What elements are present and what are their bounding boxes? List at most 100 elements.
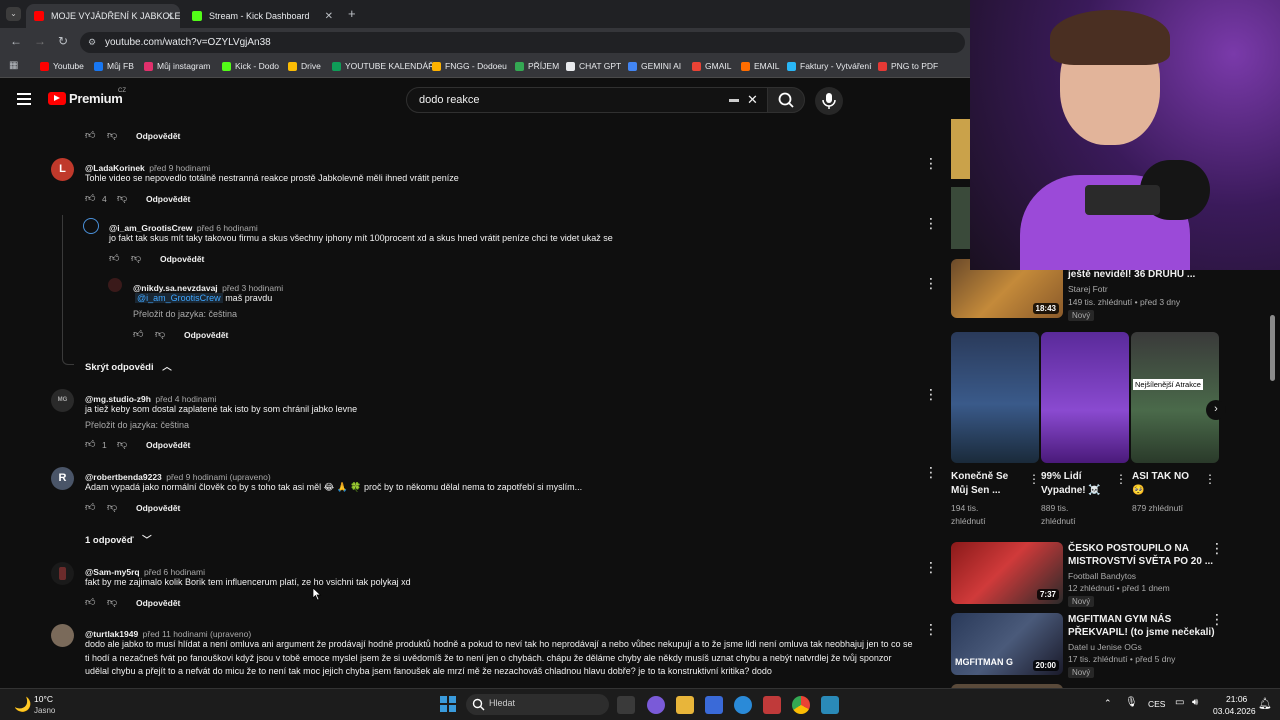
short-thumbnail[interactable]: Nejšílenější Atrakce (1131, 332, 1219, 463)
bookmark-item[interactable]: Faktury - Vytváření (787, 61, 871, 71)
bookmark-item[interactable]: Můj FB (94, 61, 134, 71)
like-icon[interactable]: 👍︎ (85, 438, 95, 450)
video-title-line[interactable]: MGFITMAN GYM NÁS (1068, 613, 1171, 626)
avatar[interactable]: MG (51, 389, 74, 412)
bookmark-item[interactable]: PŘÍJEM (515, 61, 559, 71)
comment-time[interactable]: před 6 hodinami (144, 567, 205, 577)
short-title-line[interactable]: ASI TAK NO (1132, 470, 1189, 483)
video-title-line[interactable]: MISTROVSTVÍ SVĚTA PO 20 ... (1068, 555, 1213, 568)
comment-author[interactable]: @LadaKorinek (85, 163, 145, 173)
close-tab-icon[interactable]: ✕ (166, 11, 174, 22)
more-options-icon[interactable]: ⋮ (1115, 472, 1127, 486)
comment-author[interactable]: @nikdy.sa.nevzdavaj (133, 283, 218, 293)
dislike-icon[interactable]: 👎︎ (107, 596, 117, 608)
bookmark-item[interactable]: CHAT GPT (566, 61, 621, 71)
video-thumbnail[interactable] (951, 119, 970, 179)
more-options-icon[interactable]: ⋮ (1028, 472, 1040, 486)
weather-temp[interactable]: 10°C (34, 694, 53, 704)
comment-time[interactable]: před 6 hodinami (197, 223, 258, 233)
video-title-line[interactable]: ČESKO POSTOUPILO NA (1068, 542, 1189, 555)
bookmark-item[interactable]: EMAIL (741, 61, 780, 71)
clock-date[interactable]: 03.04.2026 (1213, 706, 1256, 716)
copilot-icon[interactable] (647, 696, 665, 714)
app-icon[interactable] (763, 696, 781, 714)
like-icon[interactable]: 👍︎ (85, 192, 95, 204)
comment-author[interactable]: @turtlak1949 (85, 629, 138, 639)
new-tab-button[interactable]: + (348, 6, 356, 21)
comment-time[interactable]: před 3 hodinami (222, 283, 283, 293)
chrome-icon[interactable] (792, 696, 810, 714)
comment-author[interactable]: @mg.studio-z9h (85, 394, 151, 404)
tab-search-chevron-icon[interactable]: ⌄ (6, 7, 21, 21)
youtube-premium-logo[interactable]: Premium (69, 91, 123, 106)
url-field[interactable]: ⚙ youtube.com/watch?v=OZYLVgjAn38 (80, 32, 965, 53)
reply-button[interactable]: Odpovědět (146, 194, 190, 204)
bookmark-item[interactable]: GMAIL (692, 61, 731, 71)
video-thumbnail[interactable]: MGFITMAN G 20:00 (951, 613, 1063, 675)
comment-time[interactable]: před 9 hodinami (upraveno) (166, 472, 270, 482)
more-options-icon[interactable]: ⋮ (924, 215, 938, 232)
more-options-icon[interactable]: ⋮ (924, 621, 938, 638)
chevron-up-icon[interactable]: ⌃ (1104, 698, 1112, 709)
reload-icon[interactable]: ↻ (58, 34, 68, 48)
comment-author[interactable]: @Sam-my5rq (85, 567, 140, 577)
bookmark-item[interactable]: Kick - Dodo (222, 61, 279, 71)
avatar[interactable]: R (51, 467, 74, 490)
short-title-line[interactable]: Vypadne! ☠️ (1041, 484, 1101, 497)
avatar[interactable] (51, 624, 74, 647)
notepad-icon[interactable] (821, 696, 839, 714)
forward-arrow-icon[interactable]: → (34, 34, 46, 48)
short-thumbnail[interactable] (951, 332, 1039, 463)
more-options-icon[interactable]: ⋮ (924, 464, 938, 481)
hide-replies-button[interactable]: Skrýt odpovědi ︿ (85, 359, 172, 373)
youtube-logo-icon[interactable] (48, 92, 66, 105)
bookmark-item[interactable]: PNG to PDF (878, 61, 938, 71)
site-info-icon[interactable]: ⚙ (88, 32, 96, 53)
bookmark-item[interactable]: FNGG - Dodoeu (432, 61, 507, 71)
dislike-icon[interactable]: 👎︎ (107, 129, 117, 141)
reply-button[interactable]: Odpovědět (136, 503, 180, 513)
close-tab-icon[interactable]: ✕ (325, 11, 333, 22)
short-title-line[interactable]: 99% Lidí (1041, 470, 1082, 483)
avatar[interactable] (108, 278, 122, 292)
weather-icon[interactable]: 🌙 (14, 696, 31, 713)
scrollbar-thumb[interactable] (1270, 315, 1275, 381)
translate-link[interactable]: Přeložit do jazyka: čeština (133, 309, 237, 319)
search-button[interactable] (767, 87, 805, 113)
dislike-icon[interactable]: 👎︎ (155, 328, 165, 340)
like-icon[interactable]: 👍︎ (85, 501, 95, 513)
more-options-icon[interactable]: ⋮ (924, 386, 938, 403)
comment-time[interactable]: před 4 hodinami (155, 394, 216, 404)
bookmark-item[interactable]: Drive (288, 61, 321, 71)
back-arrow-icon[interactable]: ← (10, 34, 22, 48)
video-title-line[interactable]: PŘEKVAPIL! (to jsme nečekali) (1068, 626, 1215, 639)
keyboard-icon[interactable]: ▬ (729, 88, 739, 112)
avatar[interactable] (51, 562, 74, 585)
speaker-icon[interactable]: 🔊︎ (1192, 697, 1198, 708)
task-view-icon[interactable] (617, 696, 635, 714)
short-title-line[interactable]: Konečně Se (951, 470, 1008, 483)
more-options-icon[interactable]: ⋮ (924, 155, 938, 172)
bookmark-item[interactable]: GEMINI AI (628, 61, 681, 71)
voice-search-button[interactable] (815, 87, 843, 115)
avatar[interactable]: L (51, 158, 74, 181)
clear-search-icon[interactable]: ✕ (747, 88, 758, 112)
menu-icon[interactable] (17, 93, 31, 105)
video-channel[interactable]: Football Bandytos (1068, 570, 1136, 582)
tab-kick-dashboard[interactable]: Stream - Kick Dashboard ✕ (184, 4, 339, 28)
notification-bell-icon[interactable]: 🔔︎ (1258, 697, 1272, 710)
windows-start-icon[interactable] (440, 696, 456, 712)
like-icon[interactable]: 👍︎ (133, 328, 143, 340)
comment-author[interactable]: @i_am_GrootisCrew (109, 223, 192, 233)
file-explorer-icon[interactable] (676, 696, 694, 714)
more-options-icon[interactable]: ⋮ (924, 275, 938, 292)
video-thumbnail[interactable]: 7:37 (951, 542, 1063, 604)
dislike-icon[interactable]: 👎︎ (117, 438, 127, 450)
store-icon[interactable] (705, 696, 723, 714)
video-channel[interactable]: Starej Fotr (1068, 283, 1108, 295)
comment-time[interactable]: před 9 hodinami (149, 163, 210, 173)
like-icon[interactable]: 👍︎ (85, 596, 95, 608)
reply-button[interactable]: Odpovědět (184, 330, 228, 340)
chevron-right-icon[interactable]: › (1206, 400, 1226, 420)
reply-button[interactable]: Odpovědět (160, 254, 204, 264)
